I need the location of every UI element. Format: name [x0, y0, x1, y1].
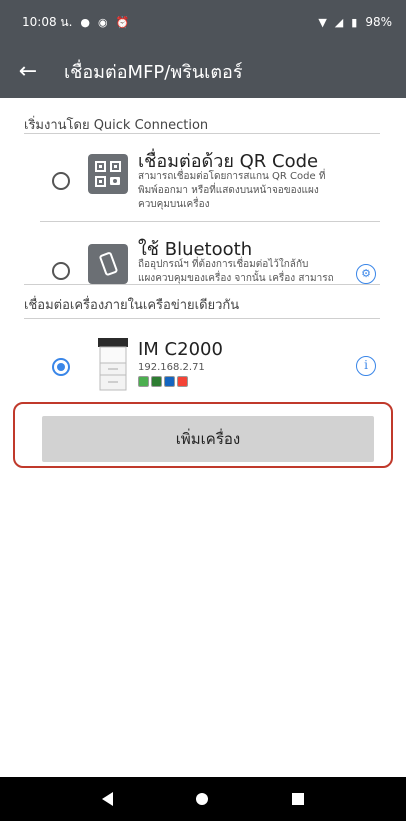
navigation-bar	[0, 777, 406, 821]
nav-home-icon[interactable]	[196, 793, 209, 805]
bluetooth-option-desc-1: ถืออุปกรณ์ฯ ที่ต้องการเชื่อมต่อไว้ใกล้กั…	[138, 259, 309, 270]
printer-icon	[94, 336, 132, 396]
printer-radio[interactable]	[52, 358, 70, 376]
quick-connection-label: เริ่มงานโดย Quick Connection	[24, 118, 209, 133]
bluetooth-option-radio[interactable]	[52, 262, 70, 280]
printer-ip: 192.168.2.71	[138, 362, 205, 373]
bluetooth-option-desc-2: แผงควบคุมของเครื่อง จากนั้น เครื่อง สามา…	[138, 273, 334, 284]
bluetooth-option[interactable]: ใช้ Bluetooth ถืออุปกรณ์ฯ ที่ต้องการเชื่…	[0, 222, 406, 284]
chat-icon: ●	[80, 15, 91, 29]
alarm-icon: ⏰	[115, 15, 130, 29]
app-bar: ← เชื่อมต่อMFP/พรินเตอร์	[0, 44, 406, 98]
battery-level: 98%	[365, 15, 392, 29]
info-icon[interactable]: i	[356, 356, 376, 376]
qr-option-desc-2: พิมพ์ออกมา หรือที่แสดงบนหน้าจอของแผง	[138, 185, 319, 196]
status-time: 10:08 น.	[22, 14, 73, 29]
divider	[24, 133, 380, 134]
qr-option-desc-1: สามารถเชื่อมต่อโดยการสแกน QR Code ที่	[138, 171, 326, 182]
wifi-icon: ▼	[318, 15, 327, 29]
scan-feature-icon	[151, 376, 162, 387]
qr-option-radio[interactable]	[52, 172, 70, 190]
print-feature-icon	[138, 376, 149, 387]
nav-recent-apps-icon[interactable]	[292, 793, 305, 805]
notification-icon: ◉	[98, 15, 108, 29]
nav-back-icon[interactable]	[101, 792, 113, 806]
signal-icon: ◢	[334, 15, 344, 29]
status-bar: 10:08 น. ● ◉ ⏰ ▼ ◢ ▮ 98%	[0, 0, 406, 44]
status-left: 10:08 น. ● ◉ ⏰	[22, 13, 129, 32]
battery-icon: ▮	[351, 15, 358, 29]
page-title: เชื่อมต่อMFP/พรินเตอร์	[64, 61, 243, 83]
arrow-left-icon[interactable]: ←	[0, 59, 56, 84]
color-feature-icon	[177, 376, 188, 387]
printer-feature-badges	[138, 376, 188, 387]
qr-code-icon	[88, 154, 128, 194]
fax-feature-icon	[164, 376, 175, 387]
printer-name[interactable]: IM C2000	[138, 339, 223, 360]
bluetooth-phone-icon	[88, 244, 128, 284]
bluetooth-settings-icon[interactable]: ⚙	[356, 264, 376, 284]
divider	[24, 284, 380, 285]
network-section-label: เชื่อมต่อเครื่องภายในเครือข่ายเดียวกัน	[24, 298, 240, 313]
qr-option-desc-3: ควบคุมบนเครื่อง	[138, 199, 210, 210]
status-right: ▼ ◢ ▮ 98%	[318, 15, 392, 29]
add-printer-button[interactable]: เพิ่มเครื่อง	[42, 416, 374, 462]
divider	[24, 318, 380, 319]
